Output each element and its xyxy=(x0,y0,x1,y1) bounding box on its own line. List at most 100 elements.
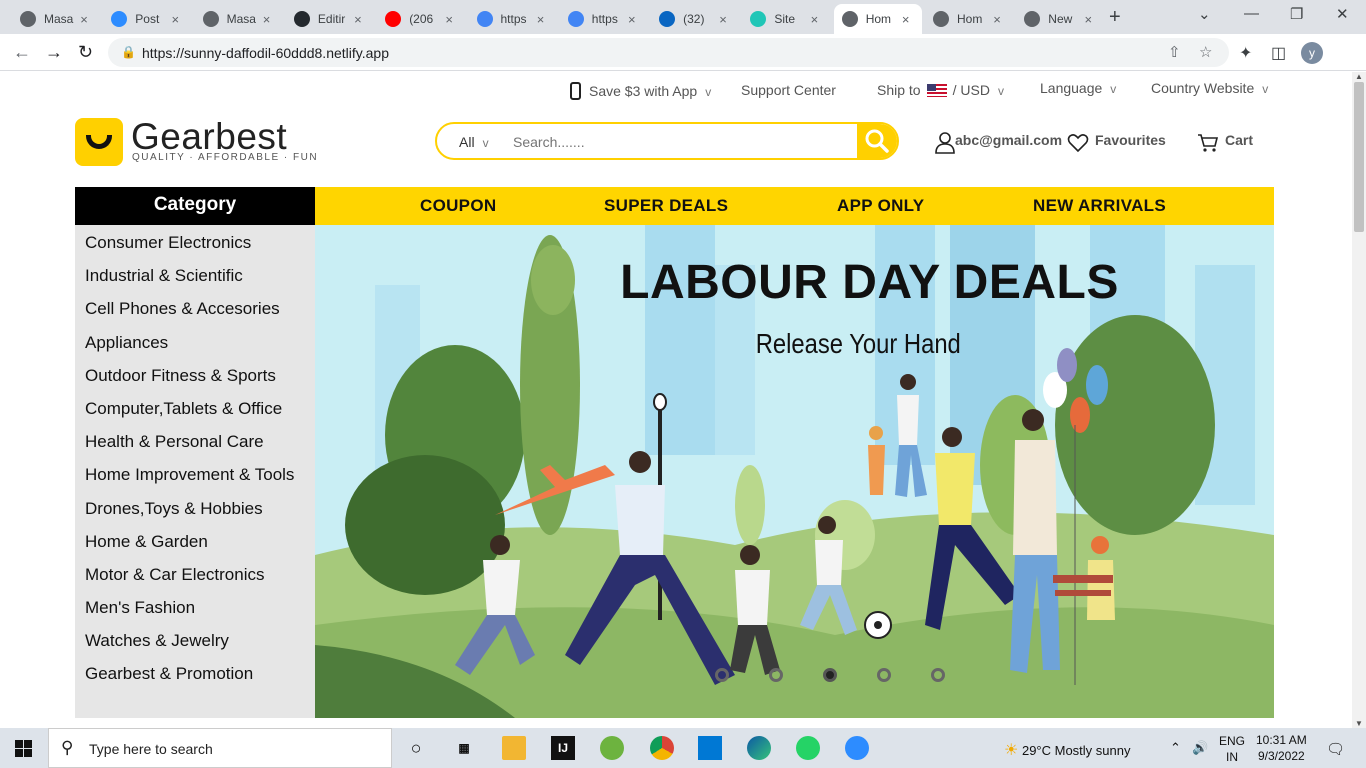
category-item[interactable]: Home & Garden xyxy=(75,529,315,562)
carousel-dot-5[interactable] xyxy=(931,668,945,682)
nav-app-only[interactable]: APP ONLY xyxy=(837,196,924,216)
profile-avatar[interactable]: y xyxy=(1301,42,1323,64)
scroll-down-icon[interactable]: ▼ xyxy=(1355,719,1363,728)
close-tab-icon[interactable]: × xyxy=(259,12,275,27)
nav-coupon[interactable]: COUPON xyxy=(420,196,496,216)
carousel-dot-4[interactable] xyxy=(877,668,891,682)
page-scrollbar[interactable]: ▲ ▼ xyxy=(1352,72,1366,728)
address-bar[interactable]: 🔒 https://sunny-daffodil-60ddd8.netlify.… xyxy=(108,38,1229,67)
carousel-dot-2[interactable] xyxy=(769,668,783,682)
category-item[interactable]: Drones,Toys & Hobbies xyxy=(75,496,315,529)
scrollbar-thumb[interactable] xyxy=(1354,82,1364,232)
category-item[interactable]: Home Improvement & Tools xyxy=(75,462,315,495)
browser-tab[interactable]: New × xyxy=(1016,4,1104,34)
side-panel-icon[interactable]: ◫ xyxy=(1271,43,1286,63)
browser-tab[interactable]: Masa × xyxy=(12,4,100,34)
ship-to-selector[interactable]: Ship to / USD v xyxy=(877,82,1004,98)
weather-widget[interactable]: ☀ 29°C Mostly sunny xyxy=(1004,740,1131,760)
account-link[interactable]: abc@gmail.com xyxy=(935,132,1062,154)
notification-icon[interactable]: 🗨 xyxy=(1326,740,1345,758)
file-explorer-icon[interactable] xyxy=(502,736,526,760)
country-website-selector[interactable]: Country Website v xyxy=(1151,80,1268,96)
category-item[interactable]: Health & Personal Care xyxy=(75,429,315,462)
category-item[interactable]: Watches & Jewelry xyxy=(75,628,315,661)
search-input[interactable] xyxy=(513,134,843,150)
category-item[interactable]: Computer,Tablets & Office xyxy=(75,396,315,429)
cart-link[interactable]: Cart xyxy=(1197,132,1253,153)
clock[interactable]: 10:31 AM 9/3/2022 xyxy=(1256,732,1307,764)
category-item[interactable]: Cell Phones & Accesories xyxy=(75,296,315,329)
close-tab-icon[interactable]: × xyxy=(1080,12,1096,27)
category-item[interactable]: Appliances xyxy=(75,330,315,363)
windows-start-icon[interactable] xyxy=(15,740,32,757)
minimize-icon[interactable]: — xyxy=(1244,5,1259,22)
close-tab-icon[interactable]: × xyxy=(715,12,731,27)
category-item[interactable]: Consumer Electronics xyxy=(75,230,315,263)
category-item[interactable]: Men's Fashion xyxy=(75,595,315,628)
close-tab-icon[interactable]: × xyxy=(76,12,92,27)
nav-super-deals[interactable]: SUPER DEALS xyxy=(604,196,728,216)
browser-tab[interactable]: Site × xyxy=(742,4,830,34)
carousel-dot-1[interactable] xyxy=(715,668,729,682)
browser-tab[interactable]: Masa × xyxy=(195,4,283,34)
url-text[interactable]: https://sunny-daffodil-60ddd8.netlify.ap… xyxy=(142,45,389,61)
carousel-dot-3[interactable] xyxy=(823,668,837,682)
support-center-link[interactable]: Support Center xyxy=(741,82,836,98)
search-button[interactable] xyxy=(857,124,897,158)
category-item[interactable]: Outdoor Fitness & Sports xyxy=(75,363,315,396)
close-tab-icon[interactable]: × xyxy=(350,12,366,27)
tab-search-icon[interactable]: ⌄ xyxy=(1198,5,1211,23)
browser-tab[interactable]: Editir × xyxy=(286,4,374,34)
category-item[interactable]: Motor & Car Electronics xyxy=(75,562,315,595)
language-indicator[interactable]: ENG IN xyxy=(1219,733,1245,765)
close-tab-icon[interactable]: × xyxy=(533,12,549,27)
browser-tab[interactable]: Hom × xyxy=(833,4,922,34)
new-tab-button[interactable]: + xyxy=(1109,6,1121,29)
close-tab-icon[interactable]: × xyxy=(624,12,640,27)
share-icon[interactable]: ⇧ xyxy=(1168,43,1181,61)
lock-icon[interactable]: 🔒 xyxy=(121,45,136,59)
taskbar-search[interactable]: ⚲ Type here to search xyxy=(48,728,392,768)
browser-tab[interactable]: https × xyxy=(560,4,648,34)
hero-banner[interactable]: LABOUR DAY DEALS Release Your Hand xyxy=(315,225,1274,718)
browser-tab[interactable]: Hom × xyxy=(925,4,1013,34)
vscode-icon[interactable] xyxy=(698,736,722,760)
tab-title: Editir xyxy=(317,12,346,26)
forward-icon[interactable]: → xyxy=(45,42,63,63)
whatsapp-icon[interactable] xyxy=(796,736,820,760)
category-item[interactable]: Industrial & Scientific xyxy=(75,263,315,296)
close-tab-icon[interactable]: × xyxy=(441,12,457,27)
close-window-icon[interactable]: ✕ xyxy=(1336,5,1349,23)
restore-icon[interactable]: ❐ xyxy=(1290,5,1303,23)
task-view-icon[interactable]: ▦ xyxy=(452,736,476,760)
close-tab-icon[interactable]: × xyxy=(989,12,1005,27)
browser-tab[interactable]: (206 × xyxy=(377,4,465,34)
browser-tab[interactable]: (32) × xyxy=(651,4,739,34)
tray-overflow-icon[interactable]: ⌃ xyxy=(1170,740,1181,756)
spring-tool-icon[interactable] xyxy=(600,736,624,760)
gearbest-logo-icon[interactable] xyxy=(75,118,123,166)
zoom-icon[interactable] xyxy=(845,736,869,760)
bookmark-star-icon[interactable]: ☆ xyxy=(1199,43,1212,61)
browser-tab[interactable]: Post × xyxy=(103,4,191,34)
edge-icon[interactable] xyxy=(747,736,771,760)
search-icon: ⚲ xyxy=(61,738,74,757)
nav-new-arrivals[interactable]: NEW ARRIVALS xyxy=(1033,196,1166,216)
category-item[interactable]: Gearbest & Promotion xyxy=(75,661,315,694)
extensions-icon[interactable]: ✦ xyxy=(1239,43,1252,63)
close-tab-icon[interactable]: × xyxy=(898,12,914,27)
scroll-up-icon[interactable]: ▲ xyxy=(1355,72,1363,81)
intellij-icon[interactable]: IJ xyxy=(551,736,575,760)
close-tab-icon[interactable]: × xyxy=(167,12,183,27)
search-category-dropdown[interactable]: All v xyxy=(459,134,489,150)
chrome-icon[interactable] xyxy=(650,736,674,760)
favourites-link[interactable]: Favourites xyxy=(1067,132,1166,153)
browser-tab[interactable]: https × xyxy=(469,4,557,34)
language-selector[interactable]: Language v xyxy=(1040,80,1116,96)
reload-icon[interactable]: ↻ xyxy=(78,42,93,63)
close-tab-icon[interactable]: × xyxy=(806,12,822,27)
cortana-icon[interactable]: ○ xyxy=(404,736,428,760)
volume-icon[interactable]: 🔊 xyxy=(1192,740,1208,756)
app-promo-link[interactable]: Save $3 with App v xyxy=(570,82,711,100)
back-icon[interactable]: ← xyxy=(13,42,31,63)
